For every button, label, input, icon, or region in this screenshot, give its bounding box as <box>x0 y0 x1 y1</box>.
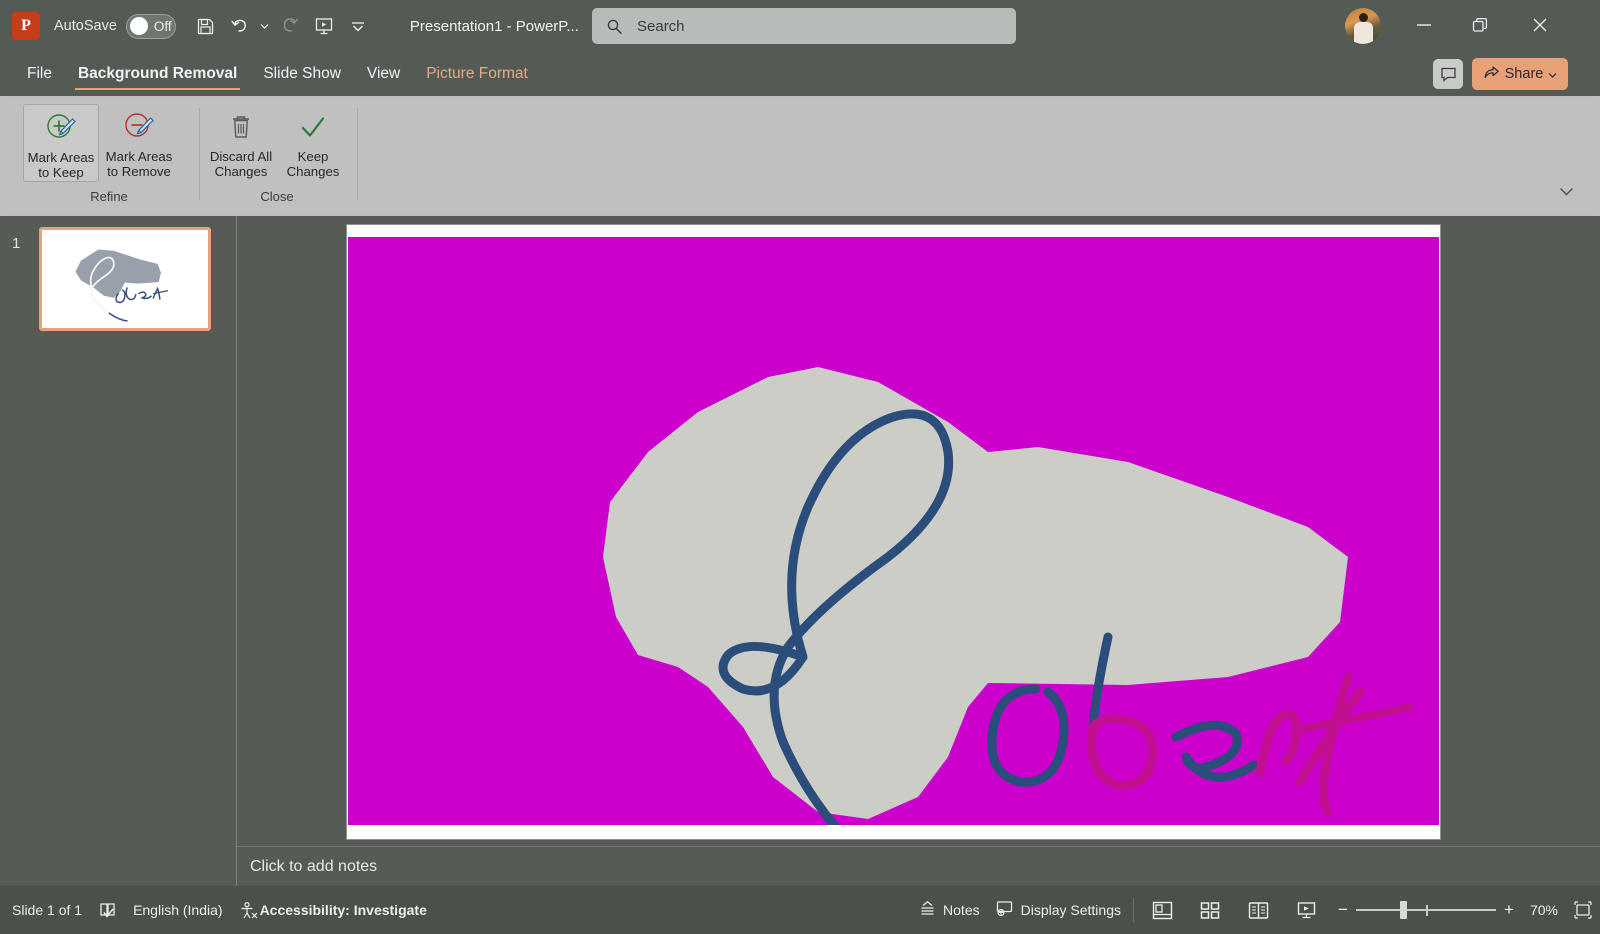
background-removal-preview[interactable] <box>348 237 1439 825</box>
zoom-slider[interactable] <box>1356 900 1496 920</box>
notes-bar[interactable]: Click to add notes <box>237 846 1600 886</box>
discard-all-changes-button[interactable]: Discard All Changes <box>205 104 277 182</box>
save-icon[interactable] <box>190 10 222 42</box>
mark-areas-to-remove-label: Mark Areas to Remove <box>105 149 173 179</box>
status-divider <box>1133 898 1134 922</box>
mark-areas-to-keep-button[interactable]: Mark Areas to Keep <box>23 104 99 182</box>
tab-file[interactable]: File <box>14 52 65 96</box>
slide-thumbnail-preview <box>42 234 208 324</box>
zoom-slider-tick <box>1426 904 1428 916</box>
close-button[interactable] <box>1512 0 1568 50</box>
autosave-toggle[interactable]: Off <box>125 13 176 39</box>
notes-placeholder: Click to add notes <box>250 857 378 875</box>
display-settings-label: Display Settings <box>1020 902 1121 918</box>
accessibility-status[interactable]: Accessibility: Investigate <box>260 886 435 934</box>
mark-areas-to-remove-button[interactable]: Mark Areas to Remove <box>99 104 179 182</box>
slide-canvas[interactable] <box>347 225 1440 839</box>
keep-changes-label: Keep Changes <box>286 149 340 179</box>
tab-picture-format[interactable]: Picture Format <box>413 52 541 96</box>
slide-editing-area <box>237 216 1600 846</box>
redo-icon <box>274 10 306 42</box>
reading-view-button[interactable] <box>1234 886 1282 934</box>
ribbon-content: Mark Areas to Keep Mark Areas to Remove … <box>9 100 1591 212</box>
search-box[interactable]: Search <box>592 8 1016 44</box>
slide-count-label[interactable]: Slide 1 of 1 <box>4 886 90 934</box>
accessibility-icon[interactable] <box>231 886 260 934</box>
ribbon-group-refine-label: Refine <box>90 189 128 204</box>
autosave-label: AutoSave <box>54 18 117 34</box>
search-icon <box>606 18 623 35</box>
tab-slide-show[interactable]: Slide Show <box>250 52 354 96</box>
customize-quick-access-icon[interactable] <box>342 10 374 42</box>
slides-thumbnail-pane: 1 <box>0 216 237 886</box>
start-presentation-icon[interactable] <box>308 10 340 42</box>
zoom-control: − + 70% <box>1330 900 1566 920</box>
share-chevron-icon[interactable] <box>1548 66 1557 82</box>
undo-icon[interactable] <box>224 10 256 42</box>
discard-all-changes-label: Discard All Changes <box>209 149 273 179</box>
autosave-state-label: Off <box>153 18 172 34</box>
zoom-slider-handle[interactable] <box>1400 901 1407 919</box>
normal-view-button[interactable] <box>1138 886 1186 934</box>
ribbon-group-refine: Mark Areas to Keep Mark Areas to Remove … <box>23 104 195 204</box>
zoom-level-label[interactable]: 70% <box>1522 902 1566 918</box>
chevron-down-icon[interactable] <box>1555 180 1577 202</box>
display-settings-button[interactable]: Display Settings <box>988 886 1129 934</box>
share-label: Share <box>1504 66 1544 82</box>
restore-button[interactable] <box>1452 0 1508 50</box>
mark-areas-to-keep-label: Mark Areas to Keep <box>27 150 95 180</box>
document-title: Presentation1 - PowerP... <box>409 17 579 35</box>
share-icon <box>1483 64 1500 85</box>
language-label[interactable]: English (India) <box>125 886 231 934</box>
powerpoint-logo-icon: P <box>12 12 40 40</box>
fit-slide-to-window-icon[interactable] <box>1566 901 1600 919</box>
checkmark-icon <box>296 108 330 148</box>
notes-button-label: Notes <box>943 902 980 918</box>
slide-sorter-view-button[interactable] <box>1186 886 1234 934</box>
minus-pen-icon <box>121 108 157 148</box>
user-avatar[interactable] <box>1345 8 1381 44</box>
avatar-body <box>1354 22 1373 44</box>
display-settings-icon <box>996 900 1014 920</box>
autosave-toggle-knob <box>129 17 148 35</box>
ribbon-group-divider-2 <box>357 108 358 200</box>
ribbon-group-divider <box>199 108 200 200</box>
keep-changes-button[interactable]: Keep Changes <box>277 104 349 182</box>
ribbon-group-close-label: Close <box>260 189 294 204</box>
notes-icon <box>919 900 936 920</box>
minimize-button[interactable] <box>1396 0 1452 50</box>
avatar-head <box>1359 13 1368 22</box>
slide-show-button[interactable] <box>1282 886 1330 934</box>
ribbon: Mark Areas to Keep Mark Areas to Remove … <box>0 96 1600 216</box>
slide-thumbnail-1[interactable] <box>39 227 211 331</box>
status-bar-right: Notes Display Settings − + 70% <box>911 886 1600 934</box>
tab-background-removal[interactable]: Background Removal <box>65 52 250 96</box>
undo-dropdown-icon[interactable] <box>258 10 272 42</box>
share-button[interactable]: Share <box>1472 58 1568 90</box>
ribbon-group-close: Discard All Changes Keep Changes Close <box>205 104 349 204</box>
search-placeholder: Search <box>637 17 685 35</box>
zoom-in-button[interactable]: + <box>1496 900 1522 920</box>
zoom-out-button[interactable]: − <box>1330 900 1356 920</box>
plus-pen-icon <box>43 109 79 149</box>
quick-access-toolbar <box>190 10 374 42</box>
ribbon-tab-bar: File Background Removal Slide Show View … <box>0 52 1600 96</box>
spellcheck-icon[interactable] <box>90 886 125 934</box>
signature-image <box>348 237 1439 825</box>
notes-button[interactable]: Notes <box>911 886 988 934</box>
tab-view[interactable]: View <box>354 52 413 96</box>
status-bar: Slide 1 of 1 English (India) Accessibili… <box>0 886 1600 934</box>
slide-number-label: 1 <box>12 235 21 252</box>
comments-button[interactable] <box>1433 59 1463 89</box>
trash-icon <box>224 108 258 148</box>
